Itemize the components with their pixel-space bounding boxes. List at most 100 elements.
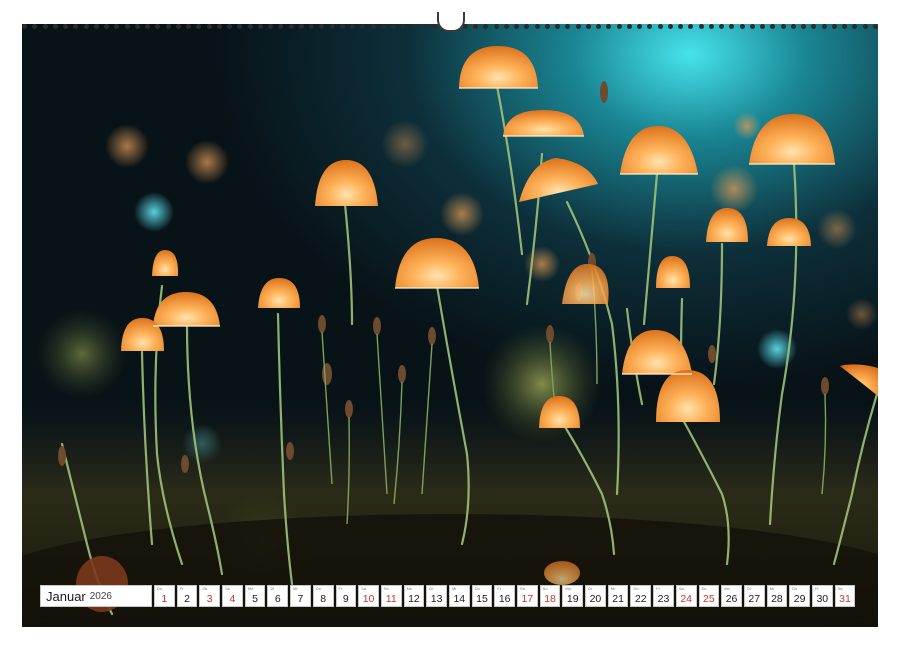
binding-hole xyxy=(504,24,509,29)
weekday-abbrev: Mo xyxy=(724,587,730,591)
binding-hole xyxy=(473,24,478,29)
binding-hole xyxy=(217,24,222,29)
binding-hole xyxy=(586,24,591,29)
calendar-day-cell: Mo 26 xyxy=(721,585,742,607)
day-number: 7 xyxy=(298,594,304,605)
calendar-day-cell: Mi21 xyxy=(608,585,629,607)
binding-hole xyxy=(822,24,827,29)
month-year: 2026 xyxy=(90,591,112,602)
binding-hole xyxy=(688,24,693,29)
binding-hole xyxy=(801,24,806,29)
binding-hole xyxy=(309,24,314,29)
weekday-abbrev: Do xyxy=(157,587,162,591)
binding-hole xyxy=(114,24,119,29)
calendar-day-cell: Mi 14 xyxy=(449,585,470,607)
binding-hole xyxy=(535,24,540,29)
binding-hole xyxy=(237,24,242,29)
binding-hole xyxy=(740,24,745,29)
day-number: 14 xyxy=(453,594,465,605)
weekday-abbrev: So xyxy=(384,587,389,591)
binding-hole xyxy=(647,24,652,29)
binding-hole xyxy=(422,24,427,29)
binding-hole xyxy=(565,24,570,29)
binding-hole xyxy=(319,24,324,29)
binding-hole xyxy=(524,24,529,29)
calendar-day-cell: Do8 xyxy=(313,585,334,607)
binding-hole xyxy=(360,24,365,29)
binding-hole xyxy=(371,24,376,29)
binding-hole xyxy=(545,24,550,29)
weekday-abbrev: So xyxy=(702,587,707,591)
binding-hole xyxy=(760,24,765,29)
binding-hole xyxy=(709,24,714,29)
binding-hole xyxy=(289,24,294,29)
binding-hole xyxy=(668,24,673,29)
binding-hole xyxy=(84,24,89,29)
binding-hole xyxy=(63,24,68,29)
binding-hole xyxy=(22,24,27,29)
weekday-abbrev: Do xyxy=(475,587,480,591)
day-number: 22 xyxy=(635,594,647,605)
calendar-strip: Januar 2026 Do1Fr2Sa3So4Mo5Di6Mi7Do8Fr9S… xyxy=(40,585,855,607)
binding-hole xyxy=(832,24,837,29)
calendar-day-cell: Sa 10 xyxy=(358,585,379,607)
day-number: 21 xyxy=(612,594,624,605)
weekday-abbrev: Mo xyxy=(565,587,571,591)
day-number: 25 xyxy=(703,594,715,605)
day-number: 18 xyxy=(544,594,556,605)
binding-hole xyxy=(729,24,734,29)
weekday-abbrev: Sa xyxy=(361,587,366,591)
binding-hole xyxy=(627,24,632,29)
weekday-abbrev: Mo xyxy=(248,587,254,591)
day-number: 19 xyxy=(567,594,579,605)
day-number: 30 xyxy=(816,594,828,605)
day-number: 24 xyxy=(680,594,692,605)
calendar-day-cell: Do22 xyxy=(630,585,651,607)
mushroom-photo xyxy=(22,24,878,627)
binding-hole xyxy=(166,24,171,29)
binding-hole xyxy=(43,24,48,29)
calendar-day-cell: Do 1 xyxy=(154,585,175,607)
day-number: 6 xyxy=(275,594,281,605)
binding-hole xyxy=(637,24,642,29)
calendar-day-cell: So18 xyxy=(540,585,561,607)
binding-hole xyxy=(596,24,601,29)
day-number: 26 xyxy=(726,594,738,605)
calendar-day-cell: Mo 19 xyxy=(562,585,583,607)
day-number: 9 xyxy=(343,594,349,605)
calendar-day-cell: Fr16 xyxy=(494,585,515,607)
day-number: 28 xyxy=(771,594,783,605)
calendar-hanger xyxy=(437,12,465,32)
binding-hole xyxy=(186,24,191,29)
calendar-day-cell: So11 xyxy=(381,585,402,607)
binding-hole xyxy=(145,24,150,29)
calendar-day-cell: Mo 5 xyxy=(245,585,266,607)
day-number: 17 xyxy=(522,594,534,605)
calendar-day-cell: Mi7 xyxy=(290,585,311,607)
day-number: 10 xyxy=(363,594,375,605)
weekday-abbrev: Di xyxy=(270,587,274,591)
calendar-day-cell: Sa3 xyxy=(199,585,220,607)
binding-hole xyxy=(617,24,622,29)
day-number: 5 xyxy=(252,594,258,605)
day-number: 23 xyxy=(658,594,670,605)
binding-hole xyxy=(340,24,345,29)
calendar-day-cell: Do15 xyxy=(472,585,493,607)
weekday-abbrev: Sa xyxy=(520,587,525,591)
weekday-abbrev: Di xyxy=(429,587,433,591)
day-number: 1 xyxy=(161,594,167,605)
weekday-abbrev: Mi xyxy=(452,587,456,591)
binding-hole xyxy=(94,24,99,29)
calendar-day-cell: Sa24 xyxy=(676,585,697,607)
binding-hole xyxy=(483,24,488,29)
weekday-abbrev: Sa xyxy=(838,587,843,591)
weekday-abbrev: Sa xyxy=(202,587,207,591)
binding-hole xyxy=(699,24,704,29)
binding-hole xyxy=(852,24,857,29)
calendar-day-cell: Mo12 xyxy=(404,585,425,607)
binding-hole xyxy=(299,24,304,29)
binding-hole xyxy=(176,24,181,29)
binding-hole xyxy=(658,24,663,29)
binding-hole xyxy=(770,24,775,29)
weekday-abbrev: Mo xyxy=(407,587,413,591)
